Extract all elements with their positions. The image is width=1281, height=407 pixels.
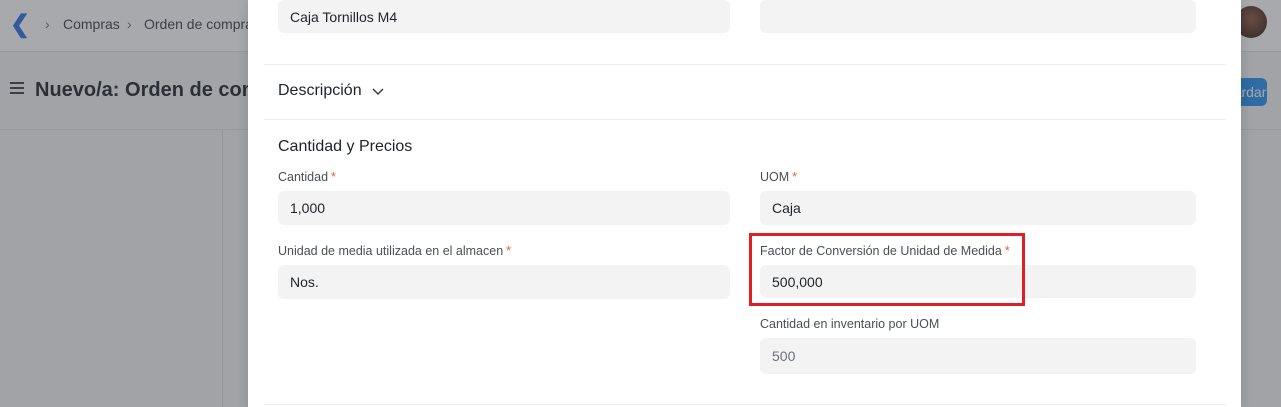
required-marker: * xyxy=(506,244,512,258)
item-name-field[interactable]: Caja Tornillos M4 xyxy=(278,0,730,33)
stock-uom-label: Unidad de media utilizada en el almacen * xyxy=(278,244,511,258)
stock-uom-field[interactable]: Nos. xyxy=(278,265,730,299)
uom-label: UOM * xyxy=(760,170,797,184)
divider xyxy=(264,404,1226,405)
divider xyxy=(264,119,1226,120)
stock-uom-label-text: Unidad de media utilizada en el almacen xyxy=(278,244,504,258)
chevron-down-icon xyxy=(372,88,384,96)
item-edit-dialog: Caja Tornillos M4 Descripción Cantidad y… xyxy=(248,0,1241,407)
qty-section-title: Cantidad y Precios xyxy=(278,138,413,155)
uom-input[interactable]: Caja xyxy=(760,191,1196,225)
description-section-title: Descripción xyxy=(278,82,362,99)
required-marker: * xyxy=(792,170,798,184)
cantidad-label: Cantidad * xyxy=(278,170,336,184)
required-marker: * xyxy=(331,170,336,184)
divider xyxy=(264,64,1226,65)
uom-label-text: UOM xyxy=(760,170,790,184)
stock-qty-field: 500 xyxy=(760,338,1196,374)
description-section-toggle[interactable]: Descripción xyxy=(278,82,384,100)
item-right-field[interactable] xyxy=(760,0,1196,33)
cantidad-input[interactable]: 1,000 xyxy=(278,191,730,225)
stock-qty-label: Cantidad en inventario por UOM xyxy=(760,317,940,331)
cantidad-label-text: Cantidad xyxy=(278,170,329,184)
highlight-box xyxy=(749,233,1025,306)
